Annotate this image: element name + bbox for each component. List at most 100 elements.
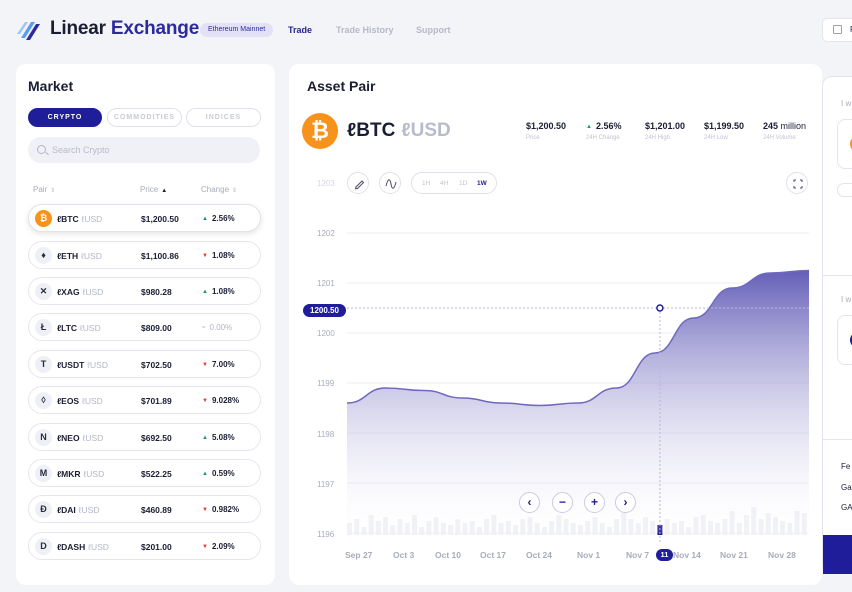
- submit-order-button[interactable]: [823, 535, 852, 574]
- y-axis-label: 1203: [317, 179, 335, 188]
- dai-coin-icon: Ð: [35, 501, 52, 518]
- pair-label: ℓETH ℓUSD: [57, 251, 102, 261]
- pair-price: $460.89: [141, 505, 172, 515]
- pair-price: $809.00: [141, 323, 172, 333]
- pair-quote: ℓUSD: [88, 542, 109, 552]
- pair-label: ℓXAG ℓUSD: [57, 287, 103, 297]
- pair-base: ℓLTC: [57, 323, 78, 333]
- calendar-icon: [833, 25, 842, 34]
- pair-base: ℓMKR: [57, 469, 81, 479]
- pair-quote: ℓUSD: [78, 505, 100, 515]
- brand-name[interactable]: Linear Exchange: [50, 18, 199, 40]
- ltc-coin-icon: Ł: [35, 319, 52, 336]
- market-row-eth[interactable]: ♦ ℓETH ℓUSD $1,100.86 ▼ 1.08%: [28, 241, 261, 269]
- brand-name-part1: Linear: [50, 18, 106, 39]
- pair-change: ▼ 7.00%: [202, 360, 235, 369]
- indicator-tool-button[interactable]: [379, 172, 401, 194]
- market-row-dai[interactable]: Ð ℓDAI ℓUSD $460.89 ▼ 0.982%: [28, 495, 261, 523]
- up-arrow-icon: ▲: [202, 289, 208, 295]
- tab-indices[interactable]: INDICES: [186, 108, 261, 127]
- market-row-mkr[interactable]: M ℓMKR ℓUSD $522.25 ▲ 0.59%: [28, 459, 261, 487]
- search-box: [28, 137, 260, 163]
- top-right-button[interactable]: F: [822, 18, 852, 42]
- chevron-right-icon: ›: [623, 495, 628, 509]
- column-header-change[interactable]: Change ⇕: [201, 185, 237, 194]
- column-header-price-label: Price: [140, 185, 159, 194]
- pair-label: ℓLTC ℓUSD: [57, 323, 101, 333]
- current-price-tag: 1200.50: [303, 304, 346, 317]
- selected-date-tag: 11: [656, 549, 673, 561]
- pair-label: ℓMKR ℓUSD: [57, 469, 104, 479]
- nav-trade[interactable]: Trade: [288, 25, 312, 35]
- search-input[interactable]: [52, 137, 252, 163]
- tab-crypto[interactable]: CRYPTO: [28, 108, 102, 127]
- fullscreen-button[interactable]: [786, 172, 808, 194]
- pair-base: ℓBTC: [57, 214, 79, 224]
- tab-commodities[interactable]: COMMODITIES: [107, 108, 182, 127]
- pair-quote: ℓUSD: [83, 469, 105, 479]
- pair-change-value: 0.59%: [211, 469, 235, 478]
- price-marker[interactable]: [656, 304, 664, 312]
- pan-left-button[interactable]: ‹: [519, 492, 540, 513]
- market-row-neo[interactable]: N ℓNEO ℓUSD $692.50 ▲ 5.08%: [28, 423, 261, 451]
- sort-icon: ⇕: [50, 188, 56, 194]
- column-header-price[interactable]: Price ▲: [140, 185, 167, 194]
- minus-icon: −: [558, 495, 566, 509]
- pair-quote: ℓUSD: [82, 433, 104, 443]
- timeframe-4h[interactable]: 4H: [440, 180, 448, 187]
- x-axis-label: Oct 24: [526, 550, 552, 560]
- draw-tool-button[interactable]: [347, 172, 369, 194]
- order-input-card[interactable]: [837, 315, 852, 365]
- btc-coin-icon: ₿: [35, 210, 52, 227]
- x-axis-label: Nov 14: [673, 550, 701, 560]
- market-row-ltc[interactable]: Ł ℓLTC ℓUSD $809.00 = 0.00%: [28, 313, 261, 341]
- zoom-in-button[interactable]: +: [584, 492, 605, 513]
- order-panel: I w I w Fe Ga GA: [822, 76, 852, 574]
- up-arrow-icon: ▲: [202, 216, 208, 222]
- up-arrow-icon: ▲: [202, 435, 208, 441]
- pair-change: ▼ 0.982%: [202, 505, 239, 514]
- timeframe-selector: 1H 4H 1D 1W: [411, 172, 497, 194]
- timeframe-1h[interactable]: 1H: [422, 180, 430, 187]
- pan-right-button[interactable]: ›: [615, 492, 636, 513]
- pair-change: ▼ 9.028%: [202, 396, 239, 405]
- gas-limit-label: GA: [841, 503, 852, 512]
- pair-label: ℓDAI ℓUSD: [57, 505, 100, 515]
- search-icon: [37, 145, 46, 154]
- pair-quote: ℓUSD: [81, 214, 103, 224]
- network-badge[interactable]: Ethereum Mainnet: [200, 23, 274, 37]
- market-row-btc[interactable]: ₿ ℓBTC ℓUSD $1,200.50 ▲ 2.56%: [28, 204, 261, 232]
- y-axis-label: 1196: [317, 530, 335, 539]
- chevron-left-icon: ‹: [527, 495, 532, 509]
- market-row-usdt[interactable]: T ℓUSDT ℓUSD $702.50 ▼ 7.00%: [28, 350, 261, 378]
- pair-change-value: 0.982%: [211, 505, 240, 514]
- timeframe-1d[interactable]: 1D: [459, 180, 467, 187]
- market-row-xag[interactable]: ✕ ℓXAG ℓUSD $980.28 ▲ 1.08%: [28, 277, 261, 305]
- order-toggle[interactable]: [837, 183, 852, 197]
- nav-support[interactable]: Support: [416, 25, 451, 35]
- pair-change: ▲ 0.59%: [202, 469, 235, 478]
- market-row-eos[interactable]: ◊ ℓEOS ℓUSD $701.89 ▼ 9.028%: [28, 386, 261, 414]
- zoom-out-button[interactable]: −: [552, 492, 573, 513]
- usdt-coin-icon: T: [35, 356, 52, 373]
- pair-quote: ℓUSD: [87, 360, 108, 370]
- price-area: [347, 270, 809, 533]
- timeframe-1w[interactable]: 1W: [477, 180, 487, 187]
- sort-ascending-icon: ▲: [161, 188, 168, 194]
- pair-base: ℓDASH: [57, 542, 86, 552]
- column-header-pair[interactable]: Pair ⇕: [33, 185, 55, 194]
- divider: [823, 275, 852, 276]
- x-axis-label: Nov 1: [577, 550, 601, 560]
- pair-base: ℓETH: [57, 251, 79, 261]
- pair-change-value: 2.09%: [211, 542, 235, 551]
- plus-icon: +: [590, 495, 598, 509]
- x-axis-label: Sep 27: [345, 550, 373, 560]
- market-row-dash[interactable]: D ℓDASH ℓUSD $201.00 ▼ 2.09%: [28, 532, 261, 560]
- down-arrow-icon: ▼: [202, 398, 208, 404]
- nav-trade-history[interactable]: Trade History: [336, 25, 394, 35]
- y-axis-label: 1198: [317, 430, 335, 439]
- pair-price: $522.25: [141, 469, 172, 479]
- pair-change-value: 9.028%: [211, 396, 240, 405]
- order-input-card[interactable]: [837, 119, 852, 169]
- y-axis-label: 1197: [317, 480, 335, 489]
